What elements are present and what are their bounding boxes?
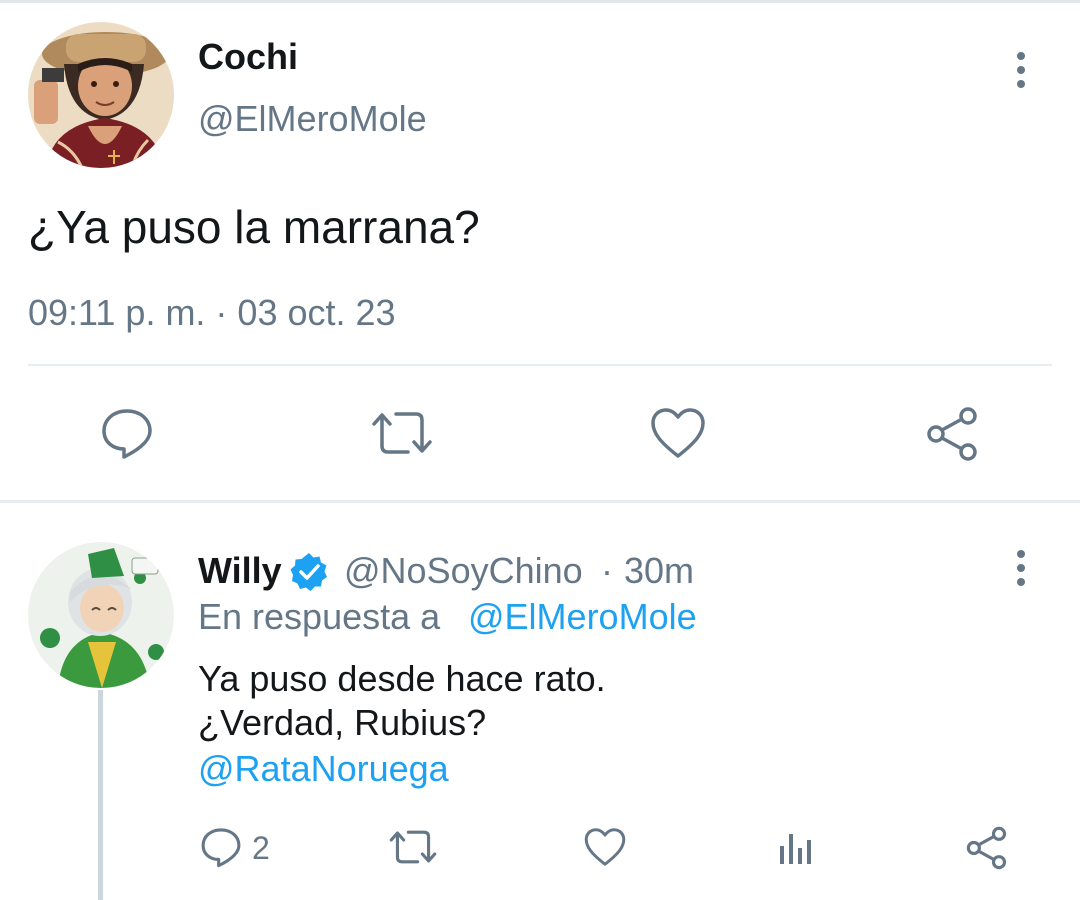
thread-line bbox=[98, 690, 103, 900]
reply-count: 2 bbox=[252, 830, 270, 866]
mention-link[interactable]: @RataNoruega bbox=[198, 748, 449, 790]
reply-text-line1: Ya puso desde hace rato. bbox=[198, 658, 606, 699]
reply-to-link[interactable]: @ElMeroMole bbox=[468, 596, 697, 638]
willy-display-name[interactable]: Willy bbox=[198, 550, 282, 592]
meta-separator: · bbox=[601, 550, 613, 591]
like-icon[interactable] bbox=[584, 826, 626, 868]
main-tweet-divider bbox=[28, 364, 1052, 366]
share-icon[interactable] bbox=[966, 826, 1010, 870]
like-icon[interactable] bbox=[650, 406, 706, 460]
verified-badge-icon bbox=[288, 551, 330, 598]
share-icon[interactable] bbox=[926, 406, 982, 462]
tweet-separator bbox=[0, 500, 1080, 503]
main-tweet-text: ¿Ya puso la marrana? bbox=[28, 201, 480, 253]
retweet-icon[interactable] bbox=[370, 406, 434, 460]
cochi-handle[interactable]: @ElMeroMole bbox=[198, 98, 427, 140]
top-border bbox=[0, 0, 1080, 3]
reply-tweet-more-icon[interactable] bbox=[1014, 550, 1028, 586]
willy-avatar[interactable] bbox=[28, 542, 174, 688]
main-tweet-more-icon[interactable] bbox=[1014, 52, 1028, 88]
analytics-icon[interactable] bbox=[778, 828, 814, 866]
reply-time: 30m bbox=[624, 550, 695, 591]
main-tweet-timestamp: 09:11 p. m. · 03 oct. 23 bbox=[28, 292, 396, 333]
reply-icon[interactable] bbox=[100, 406, 154, 460]
retweet-icon[interactable] bbox=[388, 826, 438, 868]
reply-text-line2: ¿Verdad, Rubius? bbox=[198, 702, 487, 743]
cochi-display-name[interactable]: Cochi bbox=[198, 36, 298, 78]
cochi-avatar[interactable] bbox=[28, 22, 174, 168]
willy-handle[interactable]: @NoSoyChino bbox=[344, 550, 583, 592]
reply-context-label: En respuesta a bbox=[198, 596, 441, 637]
reply-icon[interactable] bbox=[200, 826, 242, 868]
